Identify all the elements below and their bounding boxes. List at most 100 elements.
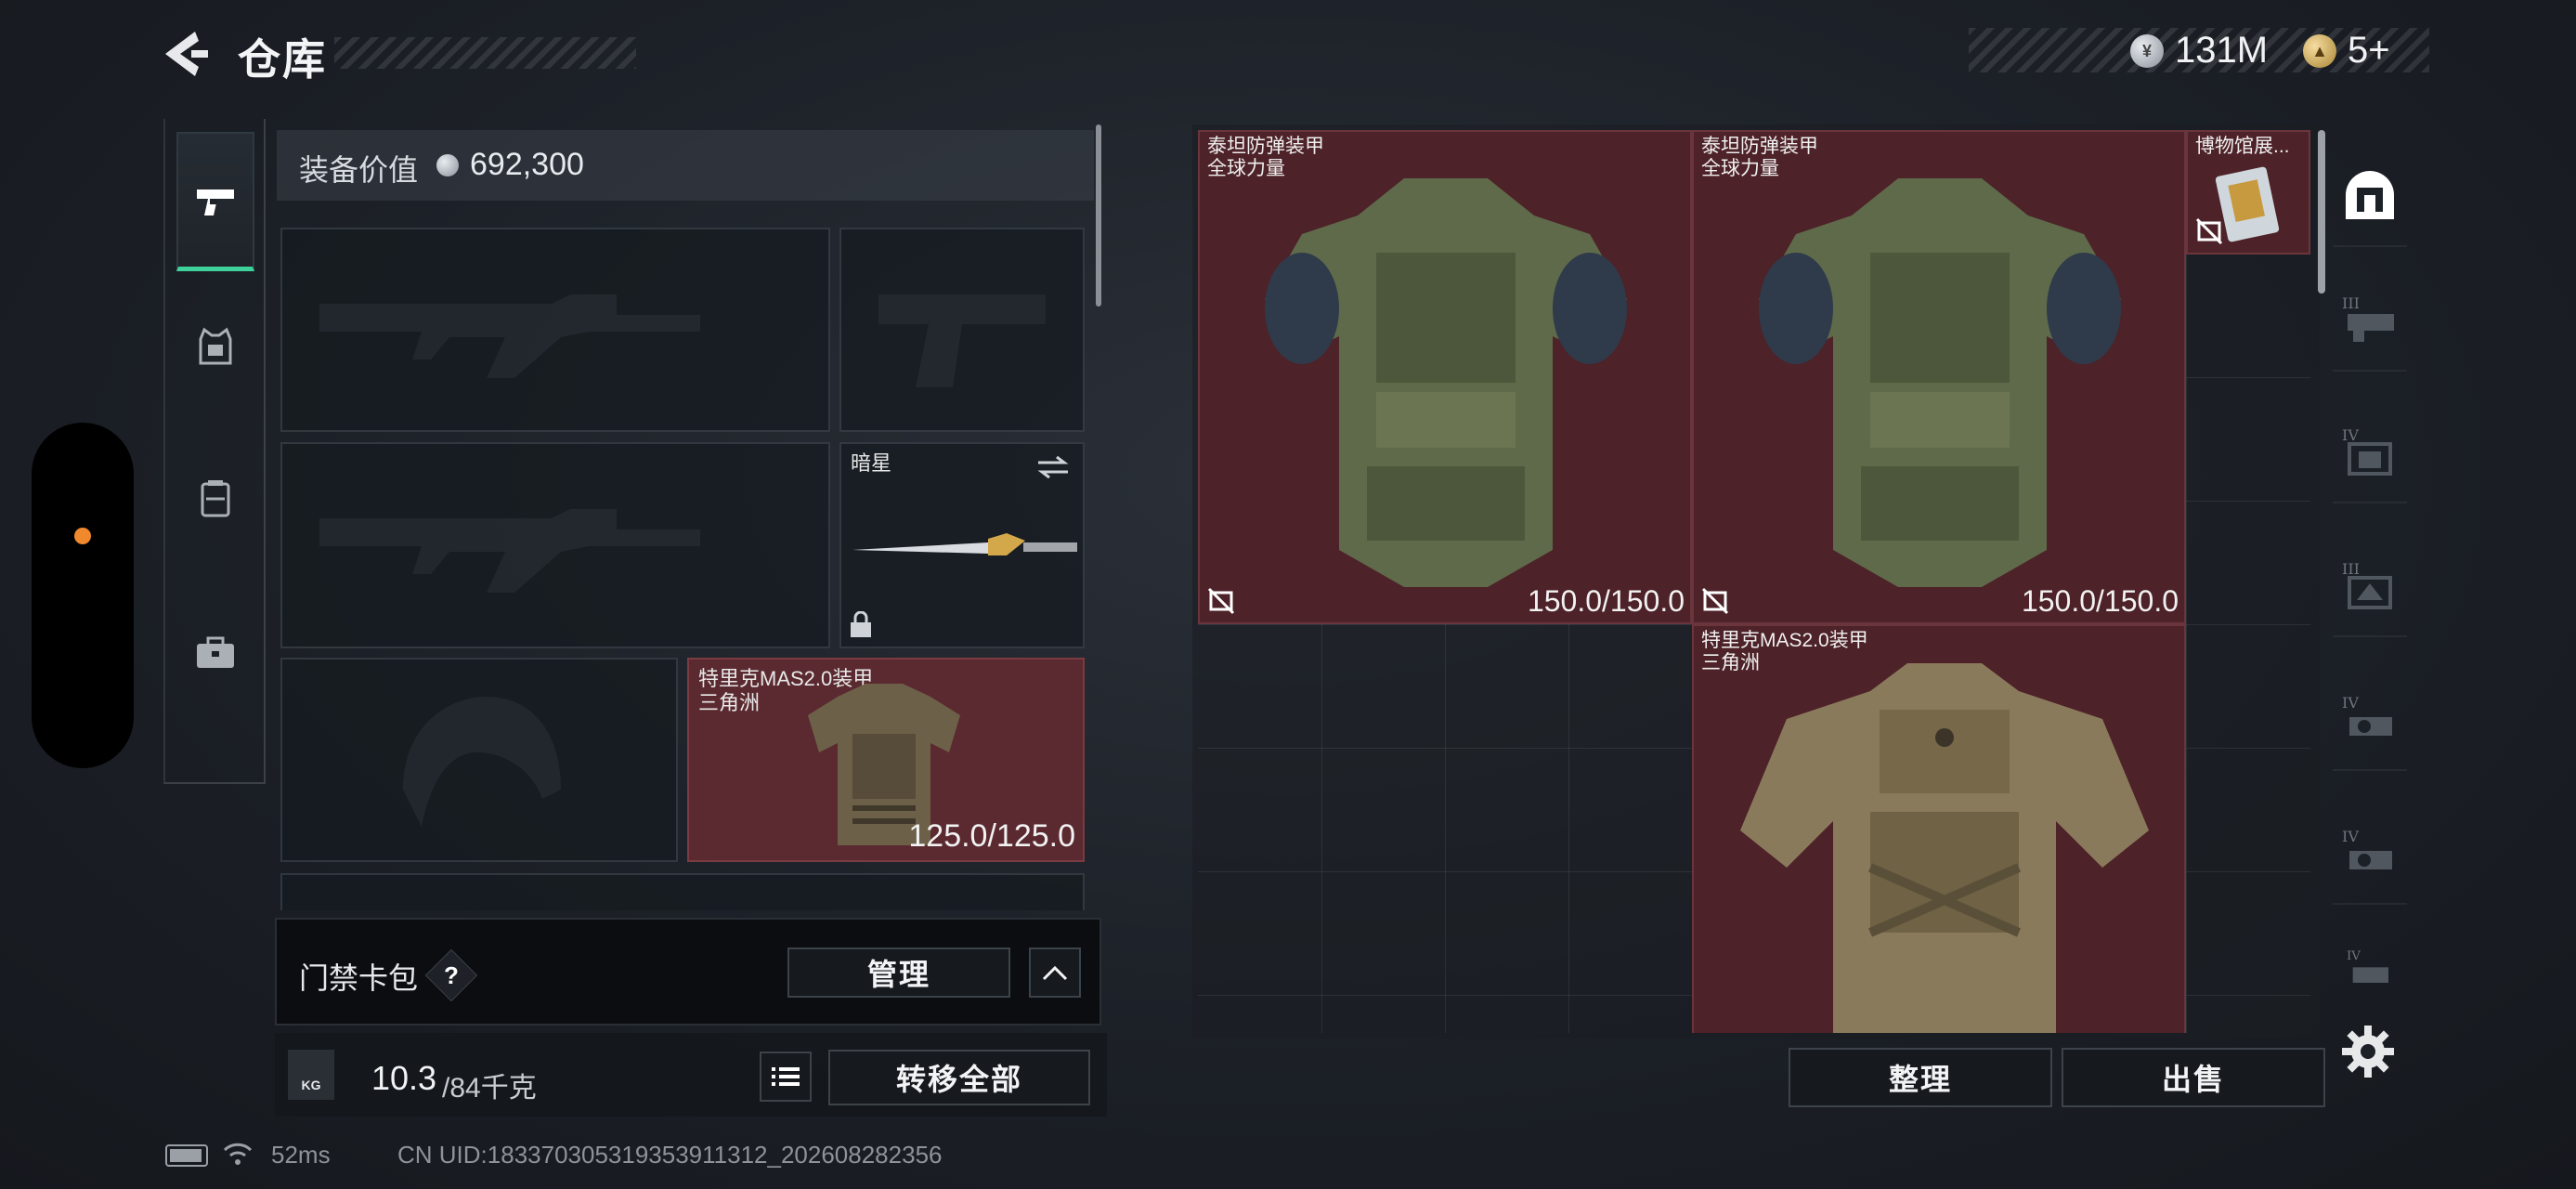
item-durability: 150.0/150.0 xyxy=(1527,584,1685,618)
storage-item-museum[interactable]: 博物馆展... xyxy=(2186,130,2310,255)
svg-text:III: III xyxy=(2342,294,2360,312)
settings-button[interactable] xyxy=(2338,1022,2398,1081)
back-button[interactable] xyxy=(158,26,214,82)
tab-helmet[interactable] xyxy=(176,277,254,416)
filter-tab-all[interactable] xyxy=(2333,145,2407,247)
title-decoration xyxy=(334,37,636,69)
briefcase-icon xyxy=(197,636,234,668)
item-durability: 150.0/150.0 xyxy=(2021,584,2179,618)
chevron-up-icon xyxy=(1042,965,1068,981)
item-name: 泰坦防弹装甲 xyxy=(1207,136,1324,157)
gear-tier-icon: IV xyxy=(2347,949,2388,983)
manage-button[interactable]: 管理 xyxy=(787,947,1010,998)
kg-label: KG xyxy=(301,1078,321,1092)
filter-tab-gear-1[interactable]: IV xyxy=(2333,669,2407,771)
no-trade-icon xyxy=(1701,587,1729,615)
item-name: 特里克MAS2.0装甲 xyxy=(1701,630,1868,651)
keycard-label: 门禁卡包 xyxy=(299,961,419,995)
rifle-silhouette-icon xyxy=(319,509,700,593)
user-uid: CN UID:183370305319353911312_20260828235… xyxy=(397,1141,943,1169)
sort-button[interactable]: 整理 xyxy=(1789,1048,2052,1107)
armor-tier-icon: III xyxy=(2342,560,2392,609)
svg-text:IV: IV xyxy=(2342,426,2359,444)
tab-case[interactable] xyxy=(176,583,254,723)
filter-tab-armor-iii[interactable]: III xyxy=(2333,535,2407,637)
equipment-value-label: 装备价值 xyxy=(299,153,419,187)
armor-durability: 125.0/125.0 xyxy=(908,818,1075,854)
armor-tier-icon: IV xyxy=(2342,426,2392,476)
handle-indicator-dot xyxy=(74,528,91,544)
filter-tab-rig[interactable]: III xyxy=(2333,269,2407,372)
item-sub: 全球力量 xyxy=(1701,158,1779,179)
money-coin-icon: ¥ xyxy=(2130,34,2164,68)
battery-icon xyxy=(165,1144,208,1167)
titan-armor-icon xyxy=(1265,178,1627,587)
helmet-silhouette-icon xyxy=(403,697,561,827)
gear-icon xyxy=(2342,1026,2394,1078)
wifi-icon xyxy=(223,1143,253,1165)
floating-handle[interactable] xyxy=(32,423,134,768)
back-arrow-icon xyxy=(165,32,208,76)
storage-item-armor[interactable]: 特里克MAS2.0装甲 三角洲 xyxy=(1692,624,2186,1033)
ping-value: 52ms xyxy=(271,1141,331,1169)
pouch-slot[interactable] xyxy=(280,873,1085,910)
filter-tab-gear-3[interactable]: IV xyxy=(2333,936,2407,1001)
storage-item-armor[interactable]: 泰坦防弹装甲 全球力量 150.0/150.0 xyxy=(1198,130,1692,624)
item-name: 泰坦防弹装甲 xyxy=(1701,136,1818,157)
weight-max: /84千克 xyxy=(442,1073,537,1104)
equipment-scrollbar[interactable] xyxy=(1096,124,1101,307)
no-trade-icon xyxy=(2195,217,2223,245)
item-name: 博物馆展... xyxy=(2195,136,2290,157)
storage-scrollbar[interactable] xyxy=(2318,130,2325,294)
camo-armor-icon xyxy=(1740,663,2149,1033)
no-trade-icon xyxy=(1207,587,1235,615)
backpack-icon xyxy=(201,480,230,517)
category-tabs xyxy=(163,119,266,784)
item-sub: 三角洲 xyxy=(1701,652,1760,673)
titan-armor-icon xyxy=(1759,178,2121,587)
weight-current: 10.3 xyxy=(371,1059,437,1097)
helmet-vest-icon xyxy=(199,327,232,365)
equipment-value: 692,300 xyxy=(470,147,584,182)
page-title: 仓库 xyxy=(238,35,327,84)
lock-icon xyxy=(851,611,871,637)
armor-sub: 三角洲 xyxy=(698,691,761,714)
gear-tier-icon: IV xyxy=(2342,828,2392,869)
list-icon xyxy=(772,1067,800,1086)
swap-icon[interactable] xyxy=(1034,453,1072,481)
melee-slot[interactable]: 暗星 xyxy=(839,442,1085,648)
filter-tab-armor-iv[interactable]: IV xyxy=(2333,401,2407,503)
svg-text:IV: IV xyxy=(2347,949,2361,963)
pistol-icon xyxy=(197,189,234,216)
exhibit-card-icon xyxy=(2215,166,2280,242)
pistol-silhouette-icon xyxy=(878,294,1046,387)
tab-backpack[interactable] xyxy=(176,429,254,568)
sidearm-slot[interactable] xyxy=(839,228,1085,432)
body-armor-slot[interactable]: 特里克MAS2.0装甲 三角洲 125.0/125.0 xyxy=(687,658,1085,862)
svg-text:III: III xyxy=(2342,560,2360,578)
filter-tab-gear-2[interactable]: IV xyxy=(2333,803,2407,905)
sell-button[interactable]: 出售 xyxy=(2062,1048,2325,1107)
tab-weapons[interactable] xyxy=(176,132,254,271)
token-coin-icon: ▲ xyxy=(2303,34,2336,68)
knife-icon xyxy=(852,533,1077,555)
token-value[interactable]: 5+ xyxy=(2348,30,2390,72)
rig-tier-icon: III xyxy=(2342,294,2394,342)
collapse-button[interactable] xyxy=(1029,947,1081,998)
help-icon[interactable]: ? xyxy=(433,957,470,994)
coin-icon xyxy=(436,154,459,176)
secondary-weapon-slot[interactable] xyxy=(280,442,830,648)
svg-text:IV: IV xyxy=(2342,828,2359,845)
melee-name: 暗星 xyxy=(851,451,892,475)
helmet-slot[interactable] xyxy=(280,658,678,862)
rifle-silhouette-icon xyxy=(319,294,700,378)
svg-text:IV: IV xyxy=(2342,694,2359,712)
transfer-all-button[interactable]: 转移全部 xyxy=(828,1050,1090,1105)
weight-kg-icon: KG xyxy=(288,1050,334,1100)
money-value[interactable]: 131M xyxy=(2175,30,2268,72)
gear-tier-icon: IV xyxy=(2342,694,2392,736)
list-view-button[interactable] xyxy=(760,1052,812,1102)
primary-weapon-slot[interactable] xyxy=(280,228,830,432)
item-sub: 全球力量 xyxy=(1207,158,1285,179)
storage-item-armor[interactable]: 泰坦防弹装甲 全球力量 150.0/150.0 xyxy=(1692,130,2186,624)
